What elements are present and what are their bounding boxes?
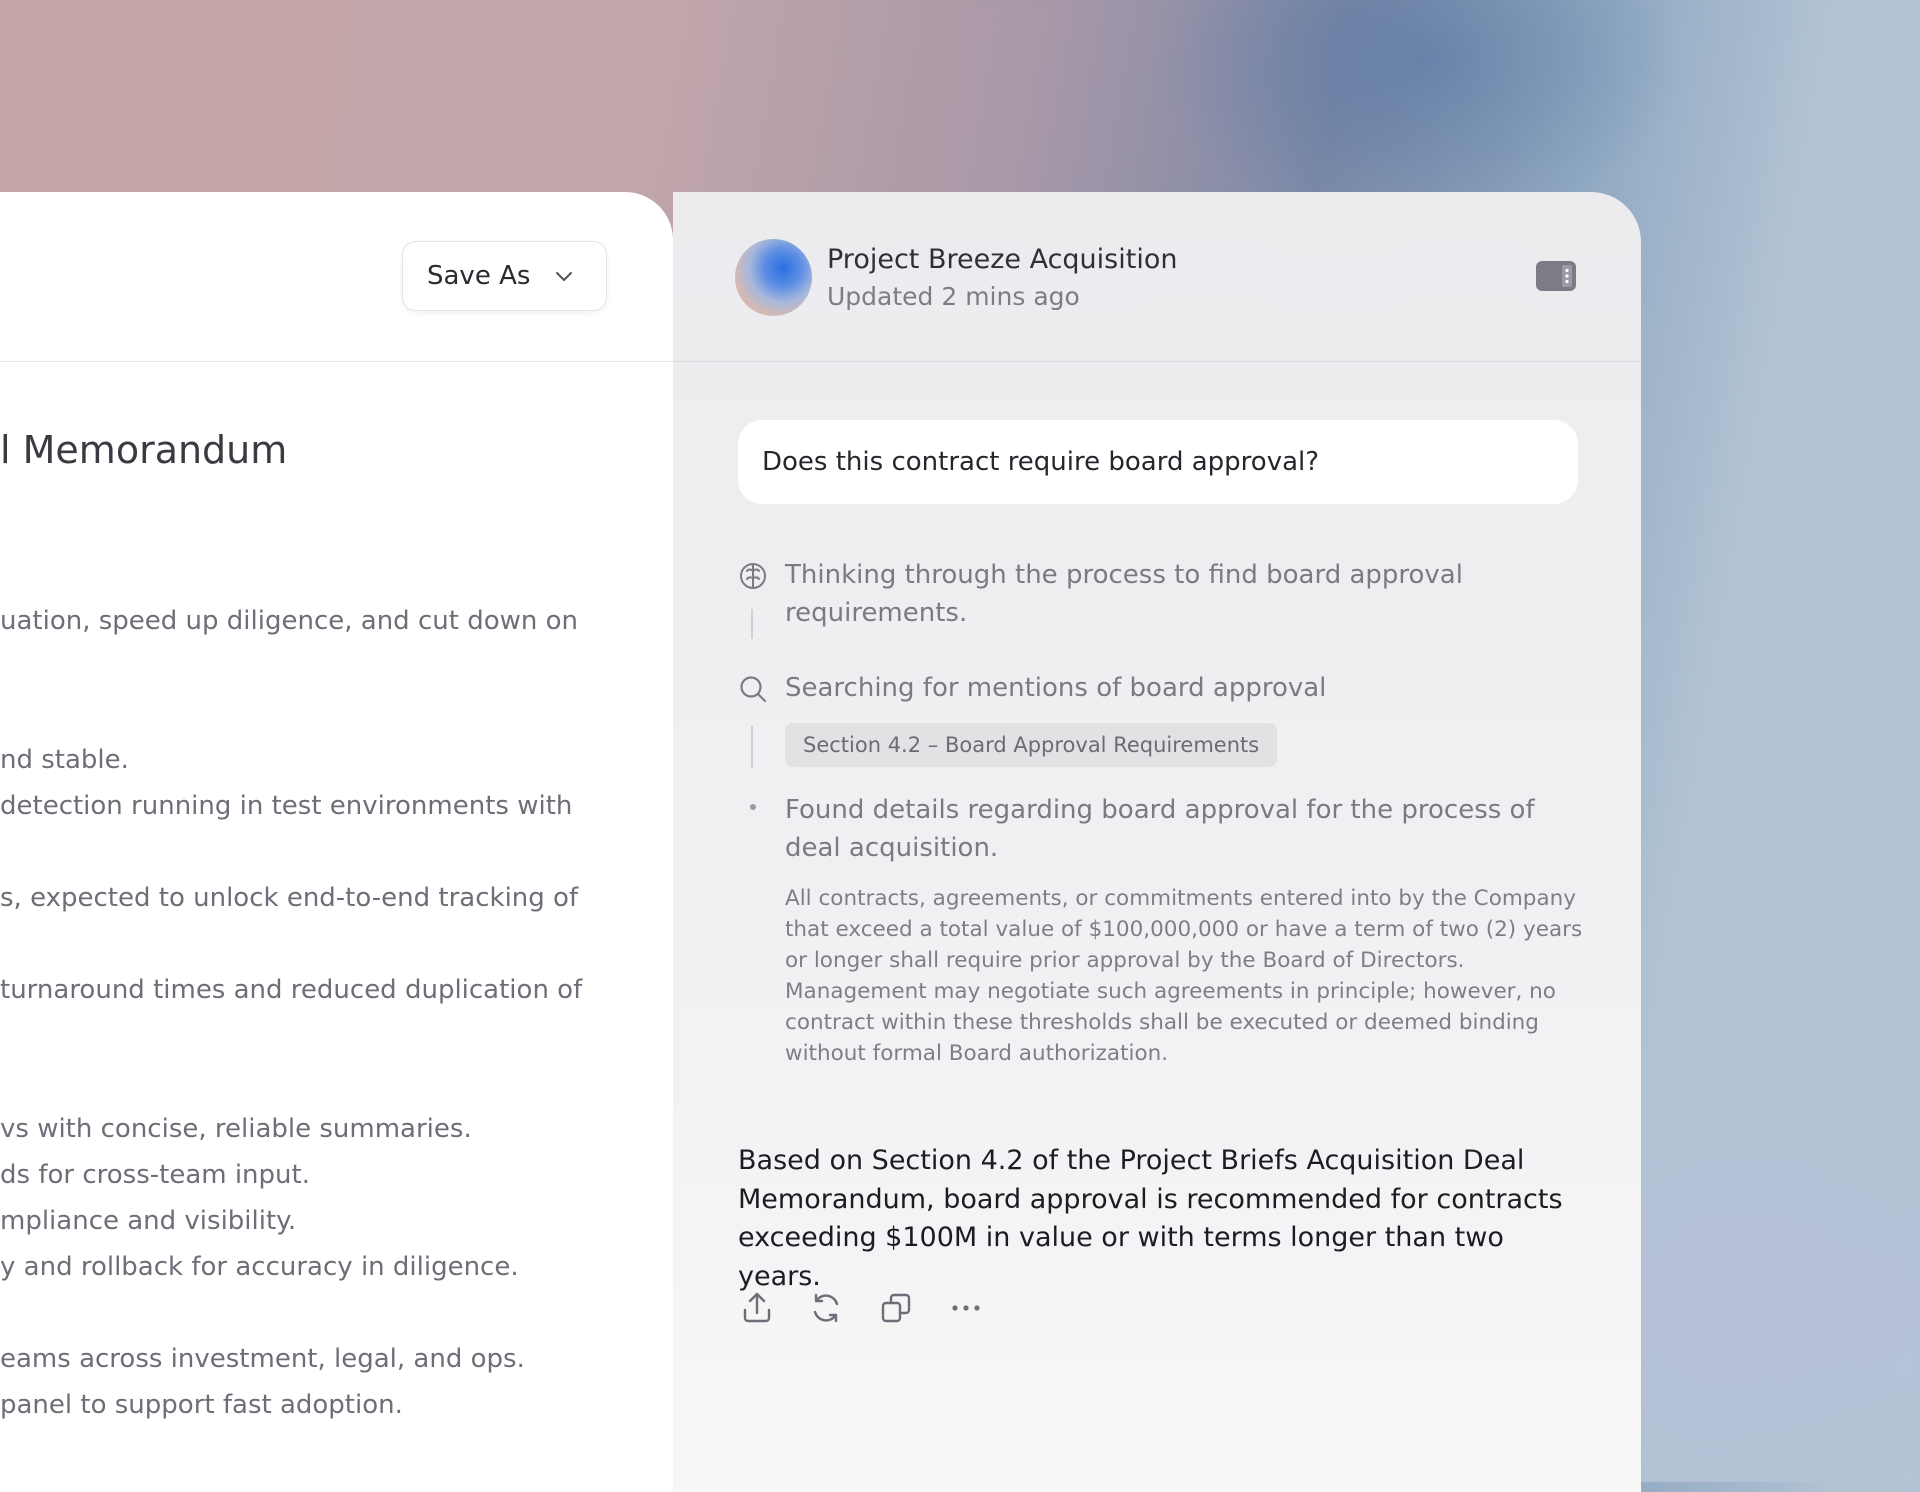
document-line: eams across investment, legal, and ops. bbox=[0, 1344, 525, 1374]
save-as-label: Save As bbox=[427, 261, 531, 291]
chevron-down-icon bbox=[556, 272, 572, 281]
document-line: uation, speed up diligence, and cut down… bbox=[0, 606, 578, 636]
regenerate-icon[interactable] bbox=[808, 1290, 844, 1326]
brain-icon bbox=[740, 563, 766, 589]
document-title: l Memorandum bbox=[0, 428, 288, 472]
source-chip-label: Section 4.2 – Board Approval Requirement… bbox=[803, 733, 1260, 757]
project-title: Project Breeze Acquisition bbox=[827, 244, 1178, 275]
bullet-dot-icon bbox=[750, 804, 756, 810]
copy-icon[interactable] bbox=[878, 1290, 914, 1326]
more-icon[interactable] bbox=[948, 1290, 984, 1326]
quoted-section-text: All contracts, agreements, or commitment… bbox=[785, 886, 1583, 1066]
timeline-connector bbox=[751, 726, 753, 768]
document-line: ds for cross-team input. bbox=[0, 1160, 310, 1190]
share-icon[interactable] bbox=[739, 1290, 775, 1326]
source-chip[interactable]: Section 4.2 – Board Approval Requirement… bbox=[785, 723, 1278, 767]
thinking-step-text: Thinking through the process to find boa… bbox=[785, 560, 1463, 628]
project-avatar bbox=[735, 239, 812, 316]
found-step-text: Found details regarding board approval f… bbox=[785, 795, 1535, 863]
document-line: s, expected to unlock end-to-end trackin… bbox=[0, 883, 579, 913]
document-line: panel to support fast adoption. bbox=[0, 1390, 403, 1420]
document-line: detection running in test environments w… bbox=[0, 791, 573, 821]
save-as-button[interactable]: Save As bbox=[402, 241, 607, 311]
user-question-bubble: Does this contract require board approva… bbox=[738, 420, 1578, 504]
assistant-answer-text: Based on Section 4.2 of the Project Brie… bbox=[738, 1145, 1563, 1292]
document-line: turnaround times and reduced duplication… bbox=[0, 975, 583, 1005]
sidebar-toggle-icon[interactable] bbox=[1536, 261, 1576, 291]
document-line: nd stable. bbox=[0, 745, 129, 775]
document-line: mpliance and visibility. bbox=[0, 1206, 297, 1236]
timeline-connector bbox=[751, 609, 753, 639]
document-panel: Save As l Memorandum uation, speed up di… bbox=[0, 192, 673, 1492]
project-updated-time: Updated 2 mins ago bbox=[827, 282, 1080, 311]
search-icon bbox=[740, 676, 767, 703]
document-header: Save As bbox=[0, 192, 673, 362]
document-line: vs with concise, reliable summaries. bbox=[0, 1114, 472, 1144]
searching-step-text: Searching for mentions of board approval bbox=[785, 673, 1327, 703]
user-question-text: Does this contract require board approva… bbox=[762, 447, 1320, 477]
document-line: y and rollback for accuracy in diligence… bbox=[0, 1252, 519, 1282]
chat-header: Project Breeze Acquisition Updated 2 min… bbox=[673, 192, 1641, 362]
